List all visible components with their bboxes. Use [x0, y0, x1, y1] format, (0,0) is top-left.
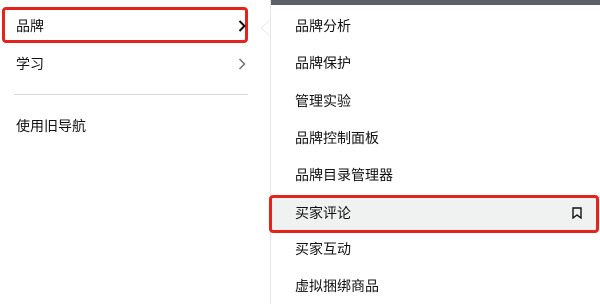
submenu-item-customer-reviews[interactable]: 买家评论	[269, 195, 600, 233]
submenu-item-brand-protection[interactable]: 品牌保护	[271, 45, 600, 81]
submenu-item-label: 管理实验	[295, 94, 351, 110]
submenu-item-brand-analytics[interactable]: 品牌分析	[271, 8, 600, 44]
submenu-item-label: 买家互动	[295, 242, 351, 258]
navigation-flyout: 品牌 学习 使用旧导航 品牌分析 品牌保护 管理实验 品牌控制面板 品牌目录管理…	[0, 0, 600, 304]
menu-item-brand-label: 品牌	[16, 19, 44, 35]
chevron-right-icon	[236, 20, 248, 32]
submenu-top-bar	[271, 0, 600, 5]
submenu-item-label: 买家评论	[295, 206, 351, 222]
flyout-caret	[262, 20, 270, 36]
submenu-item-label: 虚拟捆绑商品	[295, 279, 379, 295]
submenu-item-virtual-bundles[interactable]: 虚拟捆绑商品	[271, 268, 600, 304]
menu-item-learn[interactable]: 学习	[0, 45, 262, 83]
submenu-item-manage-experiments[interactable]: 管理实验	[271, 83, 600, 119]
bookmark-icon[interactable]	[572, 207, 582, 220]
submenu-item-brand-catalog-manager[interactable]: 品牌目录管理器	[271, 157, 600, 193]
menu-item-old-navigation-label: 使用旧导航	[16, 119, 86, 135]
menu-item-brand[interactable]: 品牌	[0, 7, 262, 45]
submenu-item-label: 品牌分析	[295, 19, 351, 35]
menu-divider	[14, 94, 248, 95]
chevron-right-icon	[236, 58, 248, 70]
submenu-item-customer-engagement[interactable]: 买家互动	[271, 231, 600, 267]
submenu-item-label: 品牌控制面板	[295, 131, 379, 147]
submenu-item-label: 品牌保护	[295, 56, 351, 72]
submenu-panel: 品牌分析 品牌保护 管理实验 品牌控制面板 品牌目录管理器 买家评论 买家互动 …	[269, 0, 600, 304]
submenu-item-brand-dashboard[interactable]: 品牌控制面板	[271, 120, 600, 156]
menu-item-learn-label: 学习	[16, 57, 44, 73]
main-menu-panel: 品牌 学习 使用旧导航	[0, 0, 266, 304]
submenu-item-label: 品牌目录管理器	[295, 168, 393, 184]
menu-item-old-navigation[interactable]: 使用旧导航	[0, 107, 262, 145]
